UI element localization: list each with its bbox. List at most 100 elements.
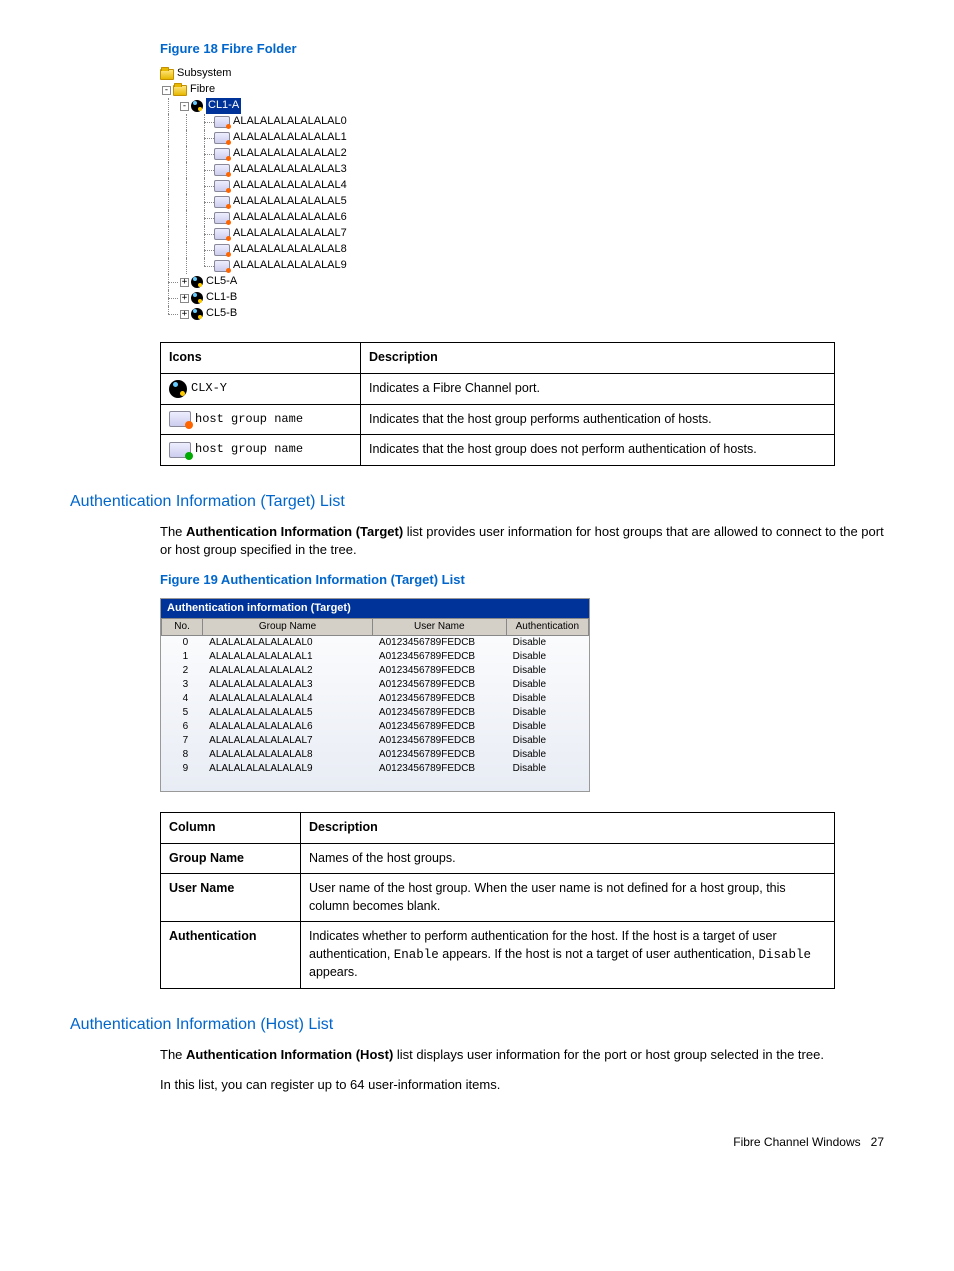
tree-host-item[interactable]: ALALALALALALALAL1 bbox=[160, 130, 884, 146]
table-row[interactable]: 1 ALALALALALALALAL1 A0123456789FEDCB Dis… bbox=[162, 650, 589, 664]
cell-auth: Disable bbox=[506, 678, 588, 692]
port-icon bbox=[191, 308, 203, 320]
collapse-icon[interactable]: - bbox=[180, 102, 189, 111]
icon-desc: Indicates that the host group performs a… bbox=[361, 404, 835, 435]
host-body2: In this list, you can register up to 64 … bbox=[160, 1076, 884, 1094]
icon-desc: Indicates that the host group does not p… bbox=[361, 435, 835, 466]
cell-auth: Disable bbox=[506, 720, 588, 734]
auth-th-group[interactable]: Group Name bbox=[203, 619, 373, 636]
tree-label: CL5-A bbox=[206, 274, 237, 289]
tree-label: CL1-B bbox=[206, 290, 237, 305]
cell-group: ALALALALALALALAL8 bbox=[203, 748, 373, 762]
auth-th-user[interactable]: User Name bbox=[372, 619, 506, 636]
tree-label: ALALALALALALALAL6 bbox=[233, 210, 347, 225]
tree-port-selected[interactable]: - CL1-A bbox=[160, 98, 884, 114]
table-row[interactable]: 2 ALALALALALALALAL2 A0123456789FEDCB Dis… bbox=[162, 664, 589, 678]
auth-th-auth[interactable]: Authentication bbox=[506, 619, 588, 636]
tree-label: Subsystem bbox=[177, 66, 231, 81]
tree-label: ALALALALALALALAL3 bbox=[233, 162, 347, 177]
cell-no: 9 bbox=[162, 762, 203, 776]
tree-connector bbox=[178, 194, 196, 210]
icon-table-header-desc: Description bbox=[361, 343, 835, 374]
tree-host-item[interactable]: ALALALALALALALAL7 bbox=[160, 226, 884, 242]
cell-user: A0123456789FEDCB bbox=[372, 692, 506, 706]
table-row[interactable]: 6 ALALALALALALALAL6 A0123456789FEDCB Dis… bbox=[162, 720, 589, 734]
tree-view: Subsystem - Fibre - CL1-A ALALALALALALAL… bbox=[160, 66, 884, 322]
tree-root[interactable]: Subsystem bbox=[160, 66, 884, 82]
icon-label: host group name bbox=[195, 411, 303, 428]
table-row[interactable]: 8 ALALALALALALALAL8 A0123456789FEDCB Dis… bbox=[162, 748, 589, 762]
tree-label: ALALALALALALALAL8 bbox=[233, 242, 347, 257]
cell-auth: Disable bbox=[506, 650, 588, 664]
tree-host-item[interactable]: ALALALALALALALAL0 bbox=[160, 114, 884, 130]
tree-label: ALALALALALALALAL2 bbox=[233, 146, 347, 161]
table-row[interactable]: 3 ALALALALALALALAL3 A0123456789FEDCB Dis… bbox=[162, 678, 589, 692]
tree-connector bbox=[160, 194, 178, 210]
auth-info-panel: Authentication information (Target) No. … bbox=[160, 598, 590, 792]
column-desc: User name of the host group. When the us… bbox=[301, 874, 835, 922]
tree-connector bbox=[160, 226, 178, 242]
host-auth-icon bbox=[214, 196, 230, 208]
cell-user: A0123456789FEDCB bbox=[372, 636, 506, 651]
auth-panel-title: Authentication information (Target) bbox=[161, 599, 589, 618]
expand-icon[interactable]: + bbox=[180, 278, 189, 287]
cell-auth: Disable bbox=[506, 706, 588, 720]
tree-label: Fibre bbox=[190, 82, 215, 97]
tree-connector bbox=[178, 146, 196, 162]
tree-host-item[interactable]: ALALALALALALALAL9 bbox=[160, 258, 884, 274]
cell-group: ALALALALALALALAL7 bbox=[203, 734, 373, 748]
folder-icon bbox=[173, 85, 187, 96]
table-row[interactable]: 0 ALALALALALALALAL0 A0123456789FEDCB Dis… bbox=[162, 636, 589, 651]
cell-user: A0123456789FEDCB bbox=[372, 650, 506, 664]
tree-port-collapsed[interactable]: + CL1-B bbox=[160, 290, 884, 306]
table-row[interactable]: 7 ALALALALALALALAL7 A0123456789FEDCB Dis… bbox=[162, 734, 589, 748]
heading-host-list: Authentication Information (Host) List bbox=[70, 1014, 884, 1036]
icon-label: host group name bbox=[195, 441, 303, 458]
tree-host-item[interactable]: ALALALALALALALAL8 bbox=[160, 242, 884, 258]
tree-connector bbox=[196, 194, 214, 210]
cell-user: A0123456789FEDCB bbox=[372, 734, 506, 748]
table-row[interactable]: 4 ALALALALALALALAL4 A0123456789FEDCB Dis… bbox=[162, 692, 589, 706]
host-auth-icon bbox=[214, 164, 230, 176]
tree-host-item[interactable]: ALALALALALALALAL5 bbox=[160, 194, 884, 210]
icon-cell: host group name bbox=[161, 404, 361, 435]
cell-user: A0123456789FEDCB bbox=[372, 678, 506, 692]
table-row[interactable]: 9 ALALALALALALALAL9 A0123456789FEDCB Dis… bbox=[162, 762, 589, 776]
tree-label: ALALALALALALALAL1 bbox=[233, 130, 347, 145]
tree-label: ALALALALALALALAL0 bbox=[233, 114, 347, 129]
tree-connector bbox=[196, 162, 214, 178]
auth-th-no[interactable]: No. bbox=[162, 619, 203, 636]
tree-connector bbox=[178, 258, 196, 274]
icon-table: Icons Description CLX-Y Indicates a Fibr… bbox=[160, 342, 835, 466]
tree-connector bbox=[160, 146, 178, 162]
cell-user: A0123456789FEDCB bbox=[372, 762, 506, 776]
tree-port-collapsed[interactable]: + CL5-B bbox=[160, 306, 884, 322]
column-desc-table: Column Description Group Name Names of t… bbox=[160, 812, 835, 989]
expand-icon[interactable]: + bbox=[180, 294, 189, 303]
cell-auth: Disable bbox=[506, 636, 588, 651]
table-row[interactable]: 5 ALALALALALALALAL5 A0123456789FEDCB Dis… bbox=[162, 706, 589, 720]
cell-user: A0123456789FEDCB bbox=[372, 664, 506, 678]
tree-host-item[interactable]: ALALALALALALALAL6 bbox=[160, 210, 884, 226]
tree-host-item[interactable]: ALALALALALALALAL3 bbox=[160, 162, 884, 178]
tree-connector bbox=[160, 258, 178, 274]
tree-port-collapsed[interactable]: + CL5-A bbox=[160, 274, 884, 290]
target-body: The Authentication Information (Target) … bbox=[160, 523, 884, 559]
tree-connector bbox=[196, 114, 214, 130]
cell-auth: Disable bbox=[506, 692, 588, 706]
cell-auth: Disable bbox=[506, 762, 588, 776]
collapse-icon[interactable]: - bbox=[162, 86, 171, 95]
expand-icon[interactable]: + bbox=[180, 310, 189, 319]
tree-host-item[interactable]: ALALALALALALALAL2 bbox=[160, 146, 884, 162]
tree-connector bbox=[178, 114, 196, 130]
tree-connector bbox=[160, 162, 178, 178]
tree-fibre[interactable]: - Fibre bbox=[160, 82, 884, 98]
tree-connector bbox=[178, 178, 196, 194]
figure18-caption: Figure 18 Fibre Folder bbox=[160, 40, 884, 58]
cell-user: A0123456789FEDCB bbox=[372, 720, 506, 734]
column-desc: Names of the host groups. bbox=[301, 843, 835, 874]
cell-user: A0123456789FEDCB bbox=[372, 706, 506, 720]
icon-cell: CLX-Y bbox=[161, 373, 361, 404]
tree-host-item[interactable]: ALALALALALALALAL4 bbox=[160, 178, 884, 194]
tree-connector bbox=[178, 210, 196, 226]
